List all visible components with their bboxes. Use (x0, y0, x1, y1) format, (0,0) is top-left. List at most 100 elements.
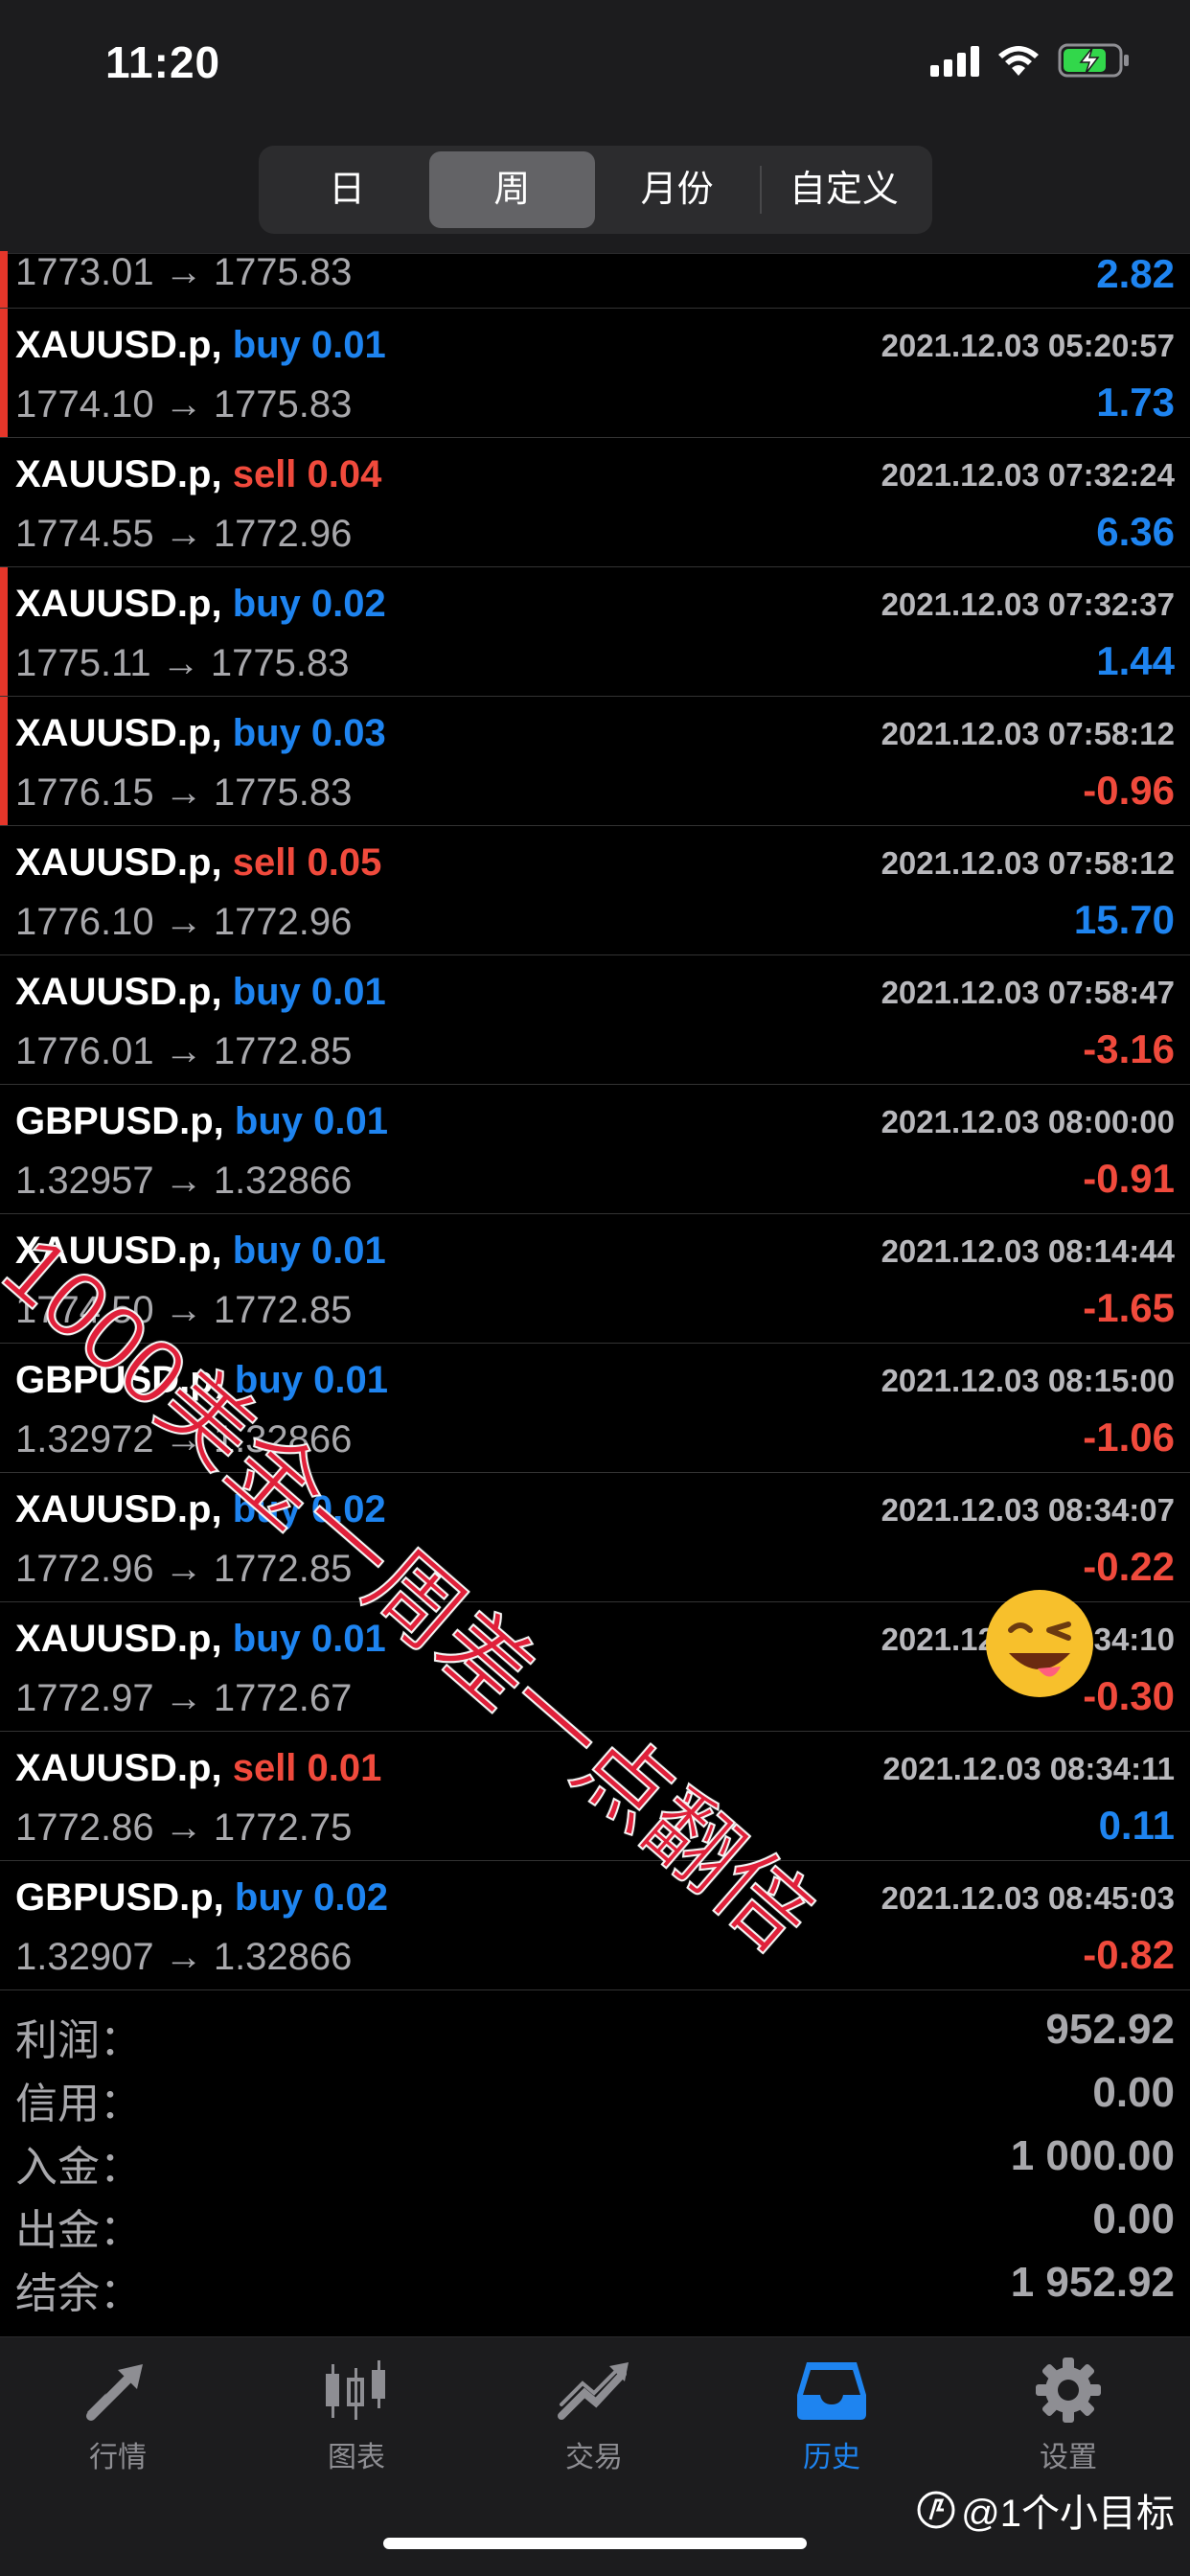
deal-row[interactable]: XAUUSD.p, buy 0.02 2021.12.03 08:34:07 177… (0, 1473, 1190, 1602)
deal-symbol-line: XAUUSD.p, buy 0.02 (15, 583, 386, 626)
brand-text: @1个小目标 (961, 2493, 1175, 2535)
deal-time: 2021.12.03 08:34:07 (881, 1492, 1175, 1528)
period-tab-day[interactable]: 日 (264, 151, 429, 228)
summary-withdrawal-row: 出金： 0.00 (0, 2188, 1190, 2254)
candlestick-chart-icon (326, 2360, 385, 2420)
deal-time: 2021.12.03 07:58:12 (881, 716, 1175, 751)
tab-settings[interactable]: 设置 (973, 2357, 1164, 2475)
deal-profit: -0.82 (1083, 1932, 1175, 1977)
deal-side-volume: buy 0.03 (232, 712, 386, 754)
deal-side-volume: sell 0.05 (232, 841, 382, 884)
deal-profit: -1.06 (1083, 1414, 1175, 1460)
battery-charging-icon (1058, 43, 1129, 78)
deal-profit: -0.91 (1083, 1156, 1175, 1201)
cellular-signal-icon (930, 44, 979, 77)
deal-time: 2021.12.03 08:00:00 (881, 1104, 1175, 1139)
deal-profit: 15.70 (1073, 897, 1175, 942)
deal-prices: 1773.01 → 1775.83 (15, 251, 353, 293)
deal-time: 2021.12.03 07:32:24 (881, 457, 1175, 493)
deal-time: 2021.12.03 07:58:12 (881, 845, 1175, 881)
deal-symbol: GBPUSD.p, (15, 1876, 224, 1919)
deal-symbol-line: GBPUSD.p, buy 0.02 (15, 1876, 388, 1920)
summary-label: 结余： (15, 2270, 142, 2317)
tab-chart[interactable]: 图表 (261, 2357, 452, 2475)
settings-gear-icon (1036, 2358, 1101, 2423)
deal-side-volume: buy 0.01 (232, 971, 386, 1013)
summary-label: 利润： (15, 2017, 142, 2064)
deal-row[interactable]: GBPUSD.p, buy 0.01 2021.12.03 08:00:00 1.3… (0, 1085, 1190, 1214)
trade-trend-icon (558, 2362, 629, 2420)
home-indicator (383, 2538, 807, 2549)
deal-side-volume: buy 0.02 (234, 1876, 388, 1919)
account-summary: 利润： 952.92 信用： 0.00 入金： 1 000.00 出金： 0.0… (0, 1998, 1190, 2317)
deal-row[interactable]: 1773.01 → 1775.83 2.82 (0, 251, 1190, 309)
history-inbox-icon (797, 2362, 866, 2420)
deal-side-volume: buy 0.01 (232, 324, 386, 366)
tab-trade[interactable]: 交易 (498, 2357, 690, 2475)
deal-prices: 1775.11 → 1775.83 (15, 642, 350, 684)
deal-symbol: XAUUSD.p, (15, 324, 222, 366)
summary-value: 952.92 (1045, 2006, 1175, 2053)
deal-row[interactable]: GBPUSD.p, buy 0.02 2021.12.03 08:45:03 1.3… (0, 1861, 1190, 1990)
deal-prices: 1774.55 → 1772.96 (15, 513, 353, 555)
deal-symbol: XAUUSD.p, (15, 583, 222, 625)
period-header: 日 周 月份 自定义 (0, 134, 1190, 254)
period-tab-week[interactable]: 周 (429, 151, 595, 228)
summary-label: 入金： (15, 2144, 142, 2191)
status-time: 11:20 (105, 37, 221, 87)
deal-row[interactable]: XAUUSD.p, sell 0.04 2021.12.03 07:32:24 17… (0, 438, 1190, 567)
summary-credit-row: 信用： 0.00 (0, 2061, 1190, 2128)
summary-value: 0.00 (1092, 2196, 1175, 2242)
deal-profit: 1.73 (1096, 380, 1175, 425)
deal-row[interactable]: XAUUSD.p, buy 0.01 2021.12.03 05:20:57 177… (0, 309, 1190, 438)
deal-time: 2021.12.03 07:32:37 (881, 586, 1175, 622)
tab-label: 行情 (89, 2442, 147, 2473)
deal-row[interactable]: XAUUSD.p, buy 0.02 2021.12.03 07:32:37 177… (0, 567, 1190, 697)
deal-symbol-line: XAUUSD.p, buy 0.01 (15, 1618, 386, 1661)
deal-side-volume: buy 0.01 (232, 1230, 386, 1272)
brand-logo-icon (917, 2491, 955, 2529)
brand-watermark: @1个小目标 (917, 2482, 1175, 2538)
deal-side-volume: buy 0.02 (232, 583, 386, 625)
deal-symbol: XAUUSD.p, (15, 841, 222, 884)
deal-side-volume: buy 0.01 (234, 1100, 388, 1142)
period-tab-custom[interactable]: 自定义 (762, 151, 927, 228)
deal-marker (0, 251, 8, 308)
deal-profit: -1.65 (1083, 1285, 1175, 1330)
deal-profit: 0.11 (1098, 1803, 1175, 1848)
deal-prices: 1772.86 → 1772.75 (15, 1806, 353, 1849)
deal-symbol-line: XAUUSD.p, buy 0.01 (15, 971, 386, 1014)
deal-side-volume: sell 0.04 (232, 453, 382, 495)
tab-history[interactable]: 历史 (736, 2357, 927, 2475)
summary-deposit-row: 入金： 1 000.00 (0, 2125, 1190, 2191)
deal-prices: 1772.97 → 1772.67 (15, 1677, 353, 1719)
tab-label: 图表 (328, 2442, 385, 2473)
deal-time: 2021.12.03 08:15:00 (881, 1363, 1175, 1398)
period-tab-month[interactable]: 月份 (595, 151, 760, 228)
deal-symbol: XAUUSD.p, (15, 1488, 222, 1530)
status-icons (930, 42, 1131, 79)
deal-symbol: XAUUSD.p, (15, 971, 222, 1013)
deal-time: 2021.12.03 05:20:57 (881, 328, 1175, 363)
summary-label: 信用： (15, 2081, 142, 2128)
deal-profit: -0.22 (1083, 1544, 1175, 1589)
summary-value: 1 952.92 (1010, 2259, 1175, 2306)
deal-time: 2021.12.03 07:58:47 (881, 975, 1175, 1010)
deal-time: 2021.12.03 08:45:03 (881, 1880, 1175, 1916)
deal-profit: -3.16 (1083, 1026, 1175, 1071)
deal-side-volume: sell 0.01 (232, 1747, 382, 1789)
deal-profit: 1.44 (1096, 638, 1175, 683)
deal-symbol: XAUUSD.p, (15, 712, 222, 754)
deal-symbol: XAUUSD.p, (15, 453, 222, 495)
tab-quotes[interactable]: 行情 (22, 2357, 214, 2475)
summary-label: 出金： (15, 2207, 142, 2254)
deal-prices: 1776.10 → 1772.96 (15, 901, 353, 943)
deal-symbol-line: XAUUSD.p, buy 0.03 (15, 712, 386, 755)
deal-symbol-line: XAUUSD.p, sell 0.05 (15, 841, 381, 885)
deal-row[interactable]: XAUUSD.p, buy 0.01 2021.12.03 07:58:47 177… (0, 955, 1190, 1085)
deal-time: 2021.12.03 08:34:11 (882, 1751, 1175, 1786)
quotes-arrows-icon (86, 2364, 143, 2421)
summary-profit-row: 利润： 952.92 (0, 1998, 1190, 2064)
deal-row[interactable]: XAUUSD.p, sell 0.05 2021.12.03 07:58:12 17… (0, 826, 1190, 955)
deal-row[interactable]: XAUUSD.p, buy 0.03 2021.12.03 07:58:12 177… (0, 697, 1190, 826)
